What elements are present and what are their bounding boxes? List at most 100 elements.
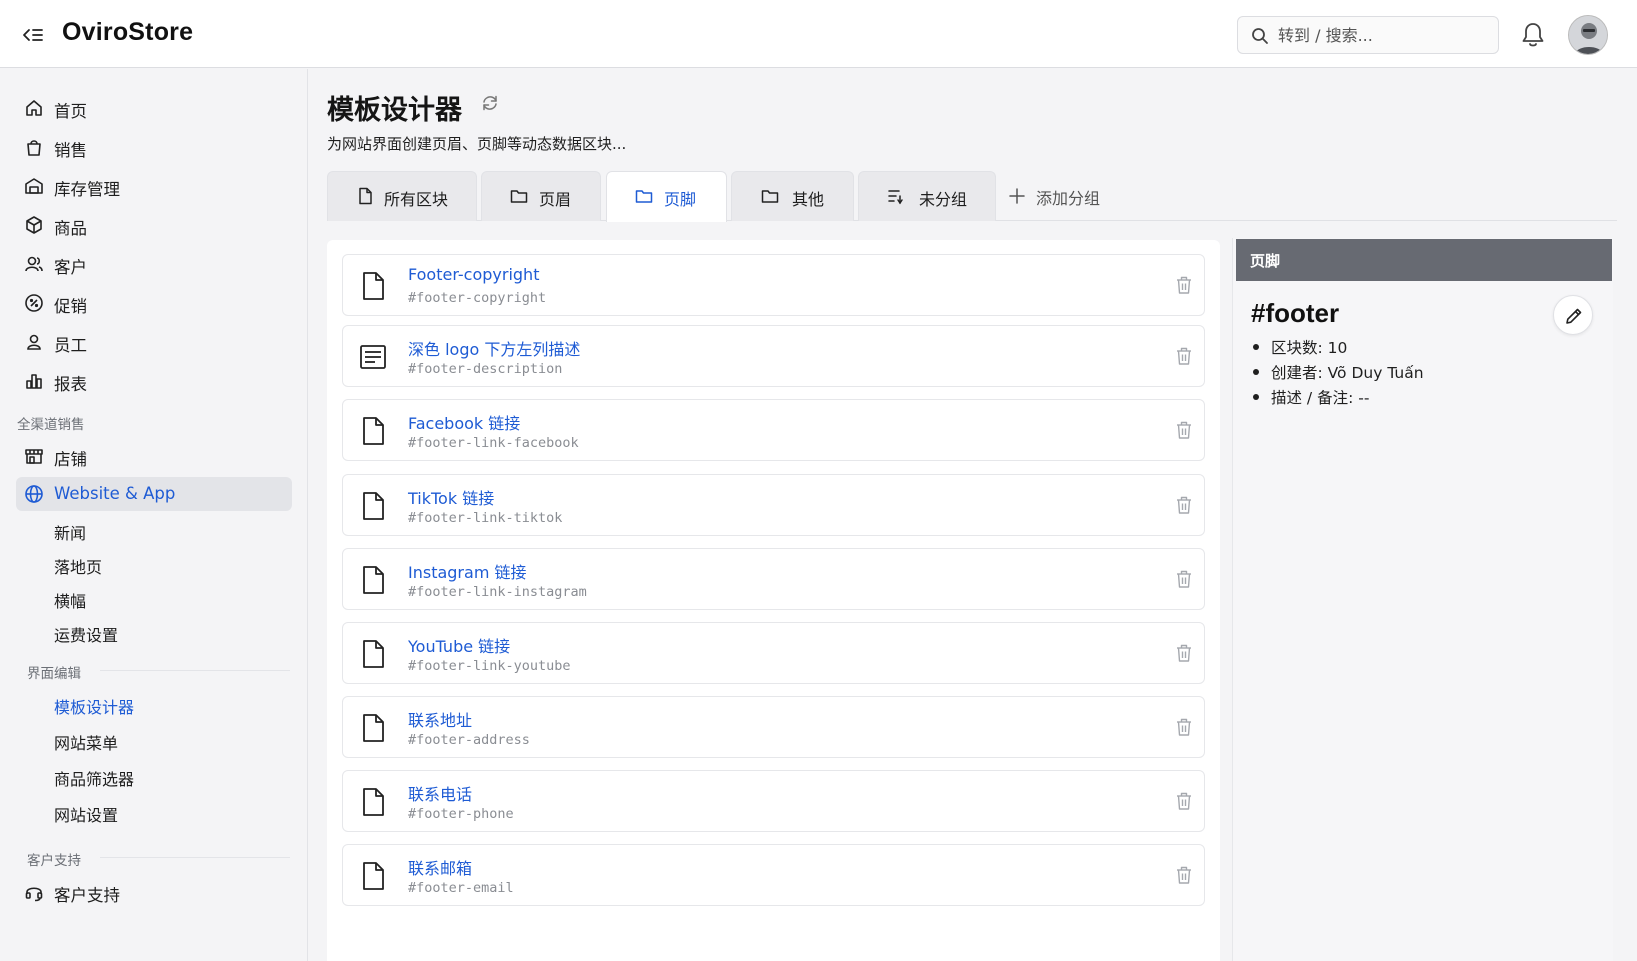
detail-header-label: 页脚 — [1250, 252, 1281, 270]
list-item[interactable]: YouTube 链接 #footer-link-youtube — [342, 622, 1205, 684]
trash-icon[interactable] — [1175, 420, 1193, 440]
sidebar-item-label: 员工 — [54, 336, 87, 355]
file-icon — [363, 566, 384, 594]
sidebar-item-website-app[interactable]: Website & App — [16, 477, 292, 511]
page-title: 模板设计器 — [327, 95, 462, 126]
list-item[interactable]: 联系邮箱 #footer-email — [342, 844, 1205, 906]
avatar-image — [1569, 16, 1607, 54]
list-item[interactable]: Footer-copyright #footer-copyright — [342, 254, 1205, 316]
item-title[interactable]: YouTube 链接 — [408, 633, 510, 657]
file-icon — [363, 788, 384, 816]
sidebar-subitem-website-settings[interactable]: 网站设置 — [54, 802, 118, 826]
file-icon — [363, 640, 384, 668]
search-input[interactable] — [1278, 23, 1488, 47]
users-icon — [25, 256, 43, 272]
file-icon — [363, 272, 384, 300]
sidebar-item-products[interactable]: 商品 — [16, 208, 292, 242]
pencil-icon — [1566, 308, 1582, 324]
search-box[interactable] — [1237, 16, 1499, 54]
sidebar-subitem-news[interactable]: 新闻 — [54, 520, 86, 544]
item-title[interactable]: Instagram 链接 — [408, 559, 527, 583]
list-item[interactable]: TikTok 链接 #footer-link-tiktok — [342, 474, 1205, 536]
tab-ungrouped[interactable]: 未分组 — [858, 171, 996, 221]
sidebar-subitem-template-designer[interactable]: 模板设计器 — [54, 694, 134, 718]
tab-label: 未分组 — [919, 190, 968, 209]
list-item[interactable]: 联系电话 #footer-phone — [342, 770, 1205, 832]
sidebar-item-label: 报表 — [54, 375, 87, 394]
tab-label: 页脚 — [664, 190, 697, 209]
trash-icon[interactable] — [1175, 865, 1193, 885]
trash-icon[interactable] — [1175, 275, 1193, 295]
sidebar-subitem-shipping-settings[interactable]: 运费设置 — [54, 622, 118, 646]
item-title[interactable]: 联系邮箱 — [408, 855, 472, 879]
list-item[interactable]: 联系地址 #footer-address — [342, 696, 1205, 758]
sidebar-item-sales[interactable]: 销售 — [16, 130, 292, 164]
brand-logo[interactable]: OviroStore — [62, 18, 193, 47]
list-item[interactable]: Instagram 链接 #footer-link-instagram — [342, 548, 1205, 610]
group-info-list: 区块数: 10 创建者: Võ Duy Tuấn 描述 / 备注: -- — [1251, 336, 1424, 411]
sidebar-item-label: 客户支持 — [54, 886, 120, 905]
file-icon — [363, 714, 384, 742]
item-title[interactable]: 联系电话 — [408, 781, 472, 805]
trash-icon[interactable] — [1175, 643, 1193, 663]
trash-icon[interactable] — [1175, 717, 1193, 737]
sidebar-subitem-landing-pages[interactable]: 落地页 — [54, 554, 102, 578]
sidebar-subitem-website-menu[interactable]: 网站菜单 — [54, 730, 118, 754]
section-label-ui-editing: 界面编辑 — [27, 666, 81, 682]
sidebar-item-label: 库存管理 — [54, 180, 120, 199]
tab-all-blocks[interactable]: 所有区块 — [327, 171, 477, 221]
sidebar-item-customers[interactable]: 客户 — [16, 247, 292, 281]
item-title[interactable]: Footer-copyright — [408, 265, 539, 284]
item-id: #footer-address — [408, 732, 530, 748]
trash-icon[interactable] — [1175, 495, 1193, 515]
tab-label: 页眉 — [539, 190, 572, 209]
trash-icon[interactable] — [1175, 569, 1193, 589]
sidebar-subitem-banners[interactable]: 横幅 — [54, 588, 86, 612]
add-group-label: 添加分组 — [1036, 189, 1101, 208]
tab-other[interactable]: 其他 — [731, 171, 854, 221]
warehouse-icon — [25, 178, 43, 194]
folder-icon — [635, 190, 653, 203]
group-name: #footer — [1251, 298, 1340, 328]
sidebar-item-reports[interactable]: 报表 — [16, 364, 292, 398]
shopping-bag-icon — [27, 140, 41, 156]
tab-header[interactable]: 页眉 — [481, 171, 601, 221]
sidebar-item-label: 首页 — [54, 102, 87, 121]
item-title[interactable]: 联系地址 — [408, 707, 472, 731]
item-id: #footer-link-tiktok — [408, 510, 563, 526]
file-icon — [363, 862, 384, 890]
sidebar-item-customer-support[interactable]: 客户支持 — [16, 875, 292, 909]
sidebar-subitem-product-filters[interactable]: 商品筛选器 — [54, 766, 134, 790]
edit-group-button[interactable] — [1553, 295, 1593, 335]
list-filter-icon — [888, 190, 903, 205]
tab-label: 所有区块 — [384, 190, 449, 209]
sidebar-item-promotions[interactable]: 促销 — [16, 286, 292, 320]
file-icon — [363, 492, 384, 520]
trash-icon[interactable] — [1175, 791, 1193, 811]
collapse-sidebar-icon[interactable] — [22, 24, 44, 46]
item-title[interactable]: 深色 logo 下方左列描述 — [408, 336, 580, 360]
top-bar: OviroStore — [0, 0, 1637, 68]
discount-icon — [25, 294, 43, 312]
sidebar-item-home[interactable]: 首页 — [16, 91, 292, 125]
user-avatar[interactable] — [1568, 15, 1608, 55]
sidebar-item-staff[interactable]: 员工 — [16, 325, 292, 359]
store-icon — [25, 449, 43, 464]
item-id: #footer-description — [408, 361, 563, 377]
tab-footer[interactable]: 页脚 — [606, 171, 727, 222]
text-block-icon — [360, 345, 386, 369]
headset-icon — [25, 887, 43, 902]
notification-bell-icon[interactable] — [1520, 21, 1546, 49]
refresh-icon[interactable] — [480, 93, 500, 113]
item-id: #footer-link-youtube — [408, 658, 571, 674]
item-title[interactable]: Facebook 链接 — [408, 410, 520, 434]
sidebar-item-store[interactable]: 店铺 — [16, 439, 292, 473]
list-item[interactable]: Facebook 链接 #footer-link-facebook — [342, 399, 1205, 461]
block-list-panel: Footer-copyright #footer-copyright 深色 lo… — [327, 240, 1220, 961]
list-item[interactable]: 深色 logo 下方左列描述 #footer-description — [342, 325, 1205, 387]
item-title[interactable]: TikTok 链接 — [408, 485, 494, 509]
trash-icon[interactable] — [1175, 346, 1193, 366]
section-label-omnichannel: 全渠道销售 — [17, 417, 85, 433]
sidebar-item-label: 客户 — [54, 258, 87, 277]
sidebar-item-inventory[interactable]: 库存管理 — [16, 169, 292, 203]
